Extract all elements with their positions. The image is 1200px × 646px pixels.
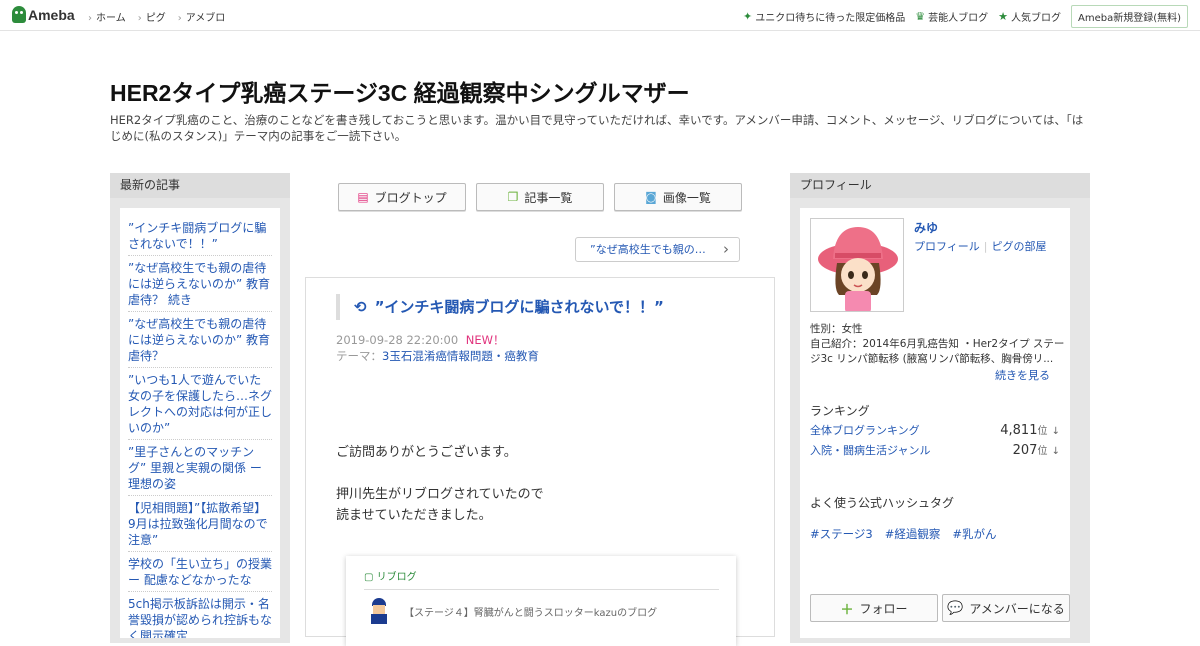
nav-home-link[interactable]: ホーム (88, 9, 126, 24)
list-item: 【児相問題】”【拡散希望】9月は拉致強化月間なので注意” (128, 496, 272, 552)
hashtag-list: #ステージ3 #経過観察 #乳がん (810, 526, 1009, 542)
theme-link[interactable]: 3玉石混淆癌情報問題・癌教育 (382, 349, 539, 363)
header-right: ✦ ユニクロ待ちに待った限定価格品 ♛ 芸能人ブログ ★ 人気ブログ Ameba… (743, 5, 1188, 28)
ranking-value: 4,811位 ↓ (1000, 423, 1060, 438)
article-body: ご訪問ありがとうございます。 押川先生がリブログされていたので 読ませていただき… (336, 442, 544, 526)
self-intro: 自己紹介：2014年6月乳癌告知 ・Her2タイプ ステージ3c リンパ節転移 … (810, 338, 1065, 365)
separator: | (983, 240, 988, 253)
list-icon: ❐ (507, 190, 519, 204)
hashtag-link[interactable]: #ステージ3 (810, 526, 873, 542)
recent-articles-panel: 最新の記事 ”インチキ闘病ブログに騙されないで！！” ”なぜ高校生でも親の虐待に… (110, 173, 290, 643)
profile-inner: みゆ プロフィール | ピグの部屋 性別：女性 自己紹介：2014年6月乳癌告知 ・… (800, 208, 1070, 638)
nav-ameblo-link[interactable]: アメブロ (178, 9, 226, 24)
article: ⟲ ”インチキ闘病ブログに騙されないで！！” 2019-09-28 22:20:… (305, 277, 775, 646)
list-item: ”なぜ高校生でも親の虐待には逆らえないのか” 教育虐待？ 続き (128, 256, 272, 312)
plus-icon: ＋ (840, 602, 854, 618)
profile-name[interactable]: みゆ (914, 219, 938, 236)
avatar[interactable] (810, 218, 904, 312)
hashtag-link[interactable]: #乳がん (952, 526, 996, 542)
popular-blog-link[interactable]: ★ 人気ブログ (998, 9, 1061, 24)
follow-button[interactable]: ＋ フォロー (810, 594, 938, 622)
list-item: ”里子さんとのマッチング” 里親と実親の関係 ー 理想の姿 (128, 440, 272, 496)
article-meta: 2019-09-28 22:20:00 NEW！ テーマ：3玉石混淆癌情報問題・… (336, 332, 539, 364)
article-date: 2019-09-28 22:20:00 (336, 333, 459, 347)
reblog-header: ▢ リブログ (364, 568, 719, 590)
list-item: ”いつも1人で遊んでいた女の子を保護したら…ネグレクトへの対応は何が正しいのか” (128, 368, 272, 440)
ranking-row: 入院・闘病生活ジャンル 207位 ↓ (810, 442, 1060, 458)
overall-ranking-link[interactable]: 全体ブログランキング (810, 422, 920, 438)
chat-bubble-icon: 💬 (947, 600, 964, 616)
recent-articles-list-wrapper: ”インチキ闘病ブログに騙されないで！！” ”なぜ高校生でも親の虐待には逆らえない… (120, 208, 280, 638)
recent-article-link[interactable]: ”里子さんとのマッチング” 里親と実親の関係 ー 理想の姿 (128, 445, 262, 491)
amember-button[interactable]: 💬 アメンバーになる (942, 594, 1070, 622)
recent-article-link[interactable]: 学校の「生い立ち」の授業 ー 配慮などなかったな (128, 557, 272, 587)
recent-articles-heading: 最新の記事 (110, 173, 290, 198)
theme-label: テーマ： (336, 349, 382, 363)
image-list-button[interactable]: ◙ 画像一覧 (614, 183, 742, 211)
ranking-title: ランキング (810, 404, 870, 418)
reblog-icon: ⟲ (354, 298, 367, 316)
profile-heading: プロフィール (790, 173, 1090, 198)
list-item: ”インチキ闘病ブログに騙されないで！！” (128, 216, 272, 256)
global-header: Ameba ホーム ピグ アメブロ ✦ ユニクロ待ちに待った限定価格品 ♛ 芸能… (0, 0, 1200, 31)
profile-info: 性別：女性 自己紹介：2014年6月乳癌告知 ・Her2タイプ ステージ3c リ… (810, 322, 1065, 367)
blog-top-button[interactable]: ▤ ブログトップ (338, 183, 466, 211)
body-line (336, 463, 544, 484)
sparkle-icon: ✦ (743, 10, 753, 23)
genre-ranking-link[interactable]: 入院・闘病生活ジャンル (810, 442, 930, 458)
body-line: 読ませていただきました。 (336, 508, 492, 523)
article-title[interactable]: ⟲ ”インチキ闘病ブログに騙されないで！！” (336, 294, 756, 320)
next-article-link[interactable]: ”なぜ高校生でも親の… (575, 237, 740, 262)
list-item: ”なぜ高校生でも親の虐待には逆らえないのか” 教育虐待？ (128, 312, 272, 368)
register-button[interactable]: Ameba新規登録(無料) (1070, 5, 1188, 28)
recent-article-link[interactable]: 5ch掲示板訴訟は開示・名誉毀損が認められ控訴もなく開示確定 (128, 597, 272, 638)
reblog-avatar (368, 598, 390, 624)
pigg-room-link[interactable]: ピグの部屋 (992, 240, 1047, 253)
profile-links: プロフィール | ピグの部屋 (914, 238, 1047, 254)
blog-title[interactable]: HER2タイプ乳癌ステージ3C 経過観察中シングルマザー (110, 74, 690, 108)
recent-article-link[interactable]: ”いつも1人で遊んでいた女の子を保護したら…ネグレクトへの対応は何が正しいのか” (128, 373, 272, 435)
recent-article-link[interactable]: 【児相問題】”【拡散希望】9月は拉致強化月間なので注意” (128, 501, 268, 547)
celebrity-blog-link[interactable]: ♛ 芸能人ブログ (915, 9, 988, 24)
profile-link[interactable]: プロフィール (914, 240, 980, 253)
reblog-source[interactable]: 【ステージ４】腎臓がんと闘うスロッターkazuのブログ (368, 598, 657, 624)
blog-tabs: ▤ ブログトップ ❐ 記事一覧 ◙ 画像一覧 (338, 183, 752, 211)
hashtag-link[interactable]: #経過観察 (885, 526, 941, 542)
reblog-card[interactable]: ▢ リブログ 【ステージ４】腎臓がんと闘うスロッターkazuのブログ (346, 556, 736, 646)
gender: 性別：女性 (810, 323, 863, 335)
list-item: 5ch掲示板訴訟は開示・名誉毀損が認められ控訴もなく開示確定 (128, 592, 272, 638)
crown-icon: ♛ (915, 10, 926, 23)
nav-pigg-link[interactable]: ピグ (138, 9, 166, 24)
ameba-logo-icon (12, 6, 26, 23)
profile-panel: プロフィール みゆ プロフィール | ピグの部屋 性別：女性 自己紹介：2014年6… (790, 173, 1090, 643)
body-line: ご訪問ありがとうございます。 (336, 445, 517, 460)
body-line: 押川先生がリブログされていたので (336, 487, 544, 502)
reblog-small-icon: ▢ (364, 572, 374, 583)
blog-description: HER2タイプ乳癌のこと、治療のことなどを書き残しておこうと思います。温かい目で… (110, 113, 1084, 143)
avatar-image (818, 227, 898, 311)
global-nav: ホーム ピグ アメブロ (88, 9, 237, 24)
list-item: 学校の「生い立ち」の授業 ー 配慮などなかったな (128, 552, 272, 592)
reblog-blog-name: 【ステージ４】腎臓がんと闘うスロッターkazuのブログ (404, 607, 658, 619)
new-badge: NEW！ (465, 333, 505, 347)
uniqlo-link[interactable]: ✦ ユニクロ待ちに待った限定価格品 (743, 9, 905, 24)
hashtag-title: よく使う公式ハッシュタグ (810, 496, 955, 510)
recent-article-link[interactable]: ”なぜ高校生でも親の虐待には逆らえないのか” 教育虐待？ 続き (128, 261, 270, 307)
ranking-row: 全体ブログランキング 4,811位 ↓ (810, 422, 1060, 438)
camera-icon: ◙ (645, 190, 657, 204)
document-icon: ▤ (357, 190, 369, 204)
recent-articles-list: ”インチキ闘病ブログに騙されないで！！” ”なぜ高校生でも親の虐待には逆らえない… (128, 216, 272, 638)
read-more-link[interactable]: 続きを見る (995, 367, 1050, 383)
article-list-button[interactable]: ❐ 記事一覧 (476, 183, 604, 211)
ameba-logo[interactable]: Ameba (12, 6, 75, 23)
recent-article-link[interactable]: ”インチキ闘病ブログに騙されないで！！” (128, 221, 266, 251)
ranking-value: 207位 ↓ (1012, 443, 1060, 458)
recent-article-link[interactable]: ”なぜ高校生でも親の虐待には逆らえないのか” 教育虐待？ (128, 317, 270, 363)
star-icon: ★ (998, 10, 1008, 23)
